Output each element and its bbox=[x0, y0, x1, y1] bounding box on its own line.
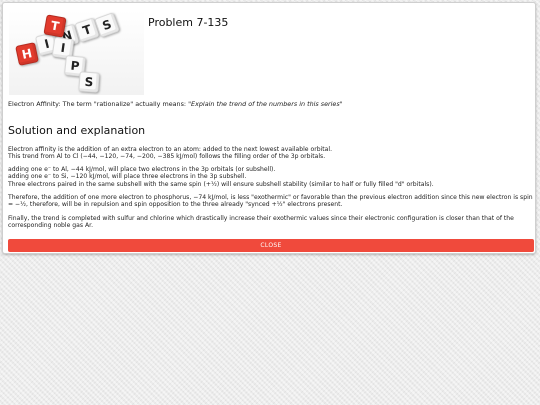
text-line: Finally, the trend is completed with sul… bbox=[8, 215, 514, 230]
text-line: This trend from Al to Cl (−44, −120, −74… bbox=[8, 153, 326, 161]
paragraph-phosphorus: Therefore, the addition of one more elec… bbox=[8, 194, 536, 209]
paragraph-conclusion: Finally, the trend is completed with sul… bbox=[8, 215, 536, 230]
text-line: Three electrons paired in the same subsh… bbox=[8, 180, 434, 188]
affinity-prefix: Electron Affinity: The term "rationalize… bbox=[8, 100, 189, 108]
paragraph-intro: Electron affinity is the addition of an … bbox=[8, 146, 536, 161]
cube-s2: S bbox=[78, 71, 100, 93]
affinity-quote: "Explain the trend of the numbers in thi… bbox=[188, 100, 343, 108]
cube-h: H bbox=[15, 42, 39, 66]
close-button[interactable]: CLOSE bbox=[8, 239, 534, 252]
hint-modal: H I N T S T I P S Problem 7-135 Electron… bbox=[2, 2, 536, 254]
paragraph-electrons: adding one e⁻ to Al, −44 kJ/mol, will pl… bbox=[8, 166, 536, 188]
cube-t2: T bbox=[43, 14, 67, 38]
solution-heading: Solution and explanation bbox=[8, 124, 146, 137]
problem-title: Problem 7-135 bbox=[148, 16, 229, 29]
text-line: Therefore, the addition of one more elec… bbox=[8, 194, 533, 209]
text-line: adding one e⁻ to Si, −120 kJ/mol, will p… bbox=[8, 173, 247, 181]
hints-tips-image: H I N T S T I P S bbox=[9, 10, 144, 95]
text-line: Electron affinity is the addition of an … bbox=[8, 146, 333, 153]
affinity-intro: Electron Affinity: The term "rationalize… bbox=[8, 100, 343, 108]
text-line: adding one e⁻ to Al, −44 kJ/mol, will pl… bbox=[8, 166, 276, 173]
